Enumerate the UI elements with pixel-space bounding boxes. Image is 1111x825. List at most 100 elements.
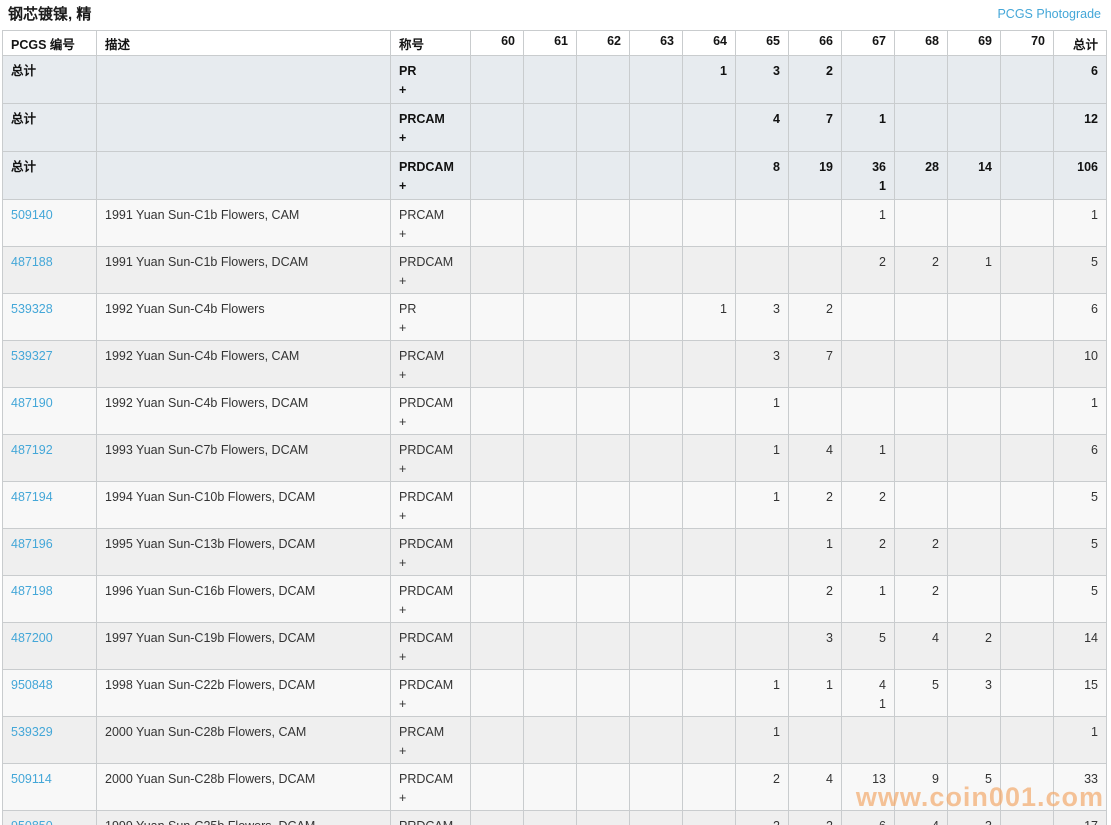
grade-plus-count xyxy=(585,789,621,808)
grade-count xyxy=(479,723,515,742)
grade-plus-count xyxy=(744,460,780,479)
grade-count xyxy=(1009,253,1045,272)
grade-count xyxy=(479,582,515,601)
total-cell: 33 xyxy=(1053,763,1107,811)
grade-count: 1 xyxy=(826,678,833,692)
grade-count: 5 xyxy=(879,631,886,645)
total-cell: 6 xyxy=(1053,293,1107,341)
grade-69-cell xyxy=(947,481,1001,529)
grade-count xyxy=(585,253,621,272)
pcgs-number-link[interactable]: 487198 xyxy=(11,584,53,598)
description-cell xyxy=(96,55,391,104)
grade-plus-count xyxy=(691,554,727,573)
column-header-62: 62 xyxy=(576,30,630,56)
pcgs-number-link[interactable]: 539329 xyxy=(11,725,53,739)
grade-60-cell xyxy=(470,55,524,104)
summary-row: 总计 PR +1 3 2 6 xyxy=(2,55,1107,104)
grade-65-cell: 3 xyxy=(735,340,789,388)
summary-label: 总计 xyxy=(11,112,37,126)
grade-60-cell xyxy=(470,434,524,482)
description-cell: 2000 Yuan Sun-C28b Flowers, CAM xyxy=(96,716,391,764)
grade-plus-count xyxy=(532,507,568,526)
pcgs-number-link[interactable]: 487192 xyxy=(11,443,53,457)
pcgs-number-link[interactable]: 487194 xyxy=(11,490,53,504)
designation-label: PRDCAM xyxy=(399,396,454,410)
description-cell: 1996 Yuan Sun-C16b Flowers, DCAM xyxy=(96,575,391,623)
summary-row: 总计 PRCAM +4 7 1 12 xyxy=(2,103,1107,152)
grade-count xyxy=(479,300,515,319)
grade-66-cell xyxy=(788,199,842,247)
grade-plus-count xyxy=(903,789,939,808)
grade-count: 7 xyxy=(826,112,833,126)
grade-67-cell xyxy=(841,293,895,341)
grade-count xyxy=(479,158,515,177)
total-cell: 1 xyxy=(1053,387,1107,435)
designation-cell: PRDCAM+ xyxy=(390,810,471,825)
grade-60-cell xyxy=(470,103,524,152)
grade-count xyxy=(956,62,992,81)
photograde-link[interactable]: PCGS Photograde xyxy=(997,6,1101,22)
grade-62-cell xyxy=(576,575,630,623)
grade-count xyxy=(744,629,780,648)
grade-plus-count xyxy=(797,272,833,291)
grade-count xyxy=(1009,394,1045,413)
description-cell: 1991 Yuan Sun-C1b Flowers, DCAM xyxy=(96,246,391,294)
grade-plus-count xyxy=(691,460,727,479)
grade-plus-count xyxy=(638,319,674,338)
designation-label: PRCAM xyxy=(399,112,445,126)
description-cell: 1992 Yuan Sun-C4b Flowers xyxy=(96,293,391,341)
grade-count xyxy=(903,723,939,742)
pcgs-number-link[interactable]: 539328 xyxy=(11,302,53,316)
grade-67-cell: 2 xyxy=(841,528,895,576)
grade-66-cell: 2 xyxy=(788,575,842,623)
grade-69-cell: 3 xyxy=(947,669,1001,717)
grade-plus-count xyxy=(691,81,727,100)
grade-plus-count xyxy=(850,225,886,244)
grade-plus-count xyxy=(850,554,886,573)
pcgs-number-link[interactable]: 487200 xyxy=(11,631,53,645)
grade-count xyxy=(903,300,939,319)
grade-count: 9 xyxy=(932,772,939,786)
total-cell: 1 xyxy=(1053,716,1107,764)
grade-count xyxy=(638,62,674,81)
grade-plus-count xyxy=(532,648,568,667)
grade-64-cell xyxy=(682,103,736,152)
grade-69-cell: 1 xyxy=(947,246,1001,294)
pcgs-number-cell: 509140 xyxy=(2,199,97,247)
grade-plus-count xyxy=(585,272,621,291)
pcgs-number-link[interactable]: 950848 xyxy=(11,678,53,692)
pcgs-number-link[interactable]: 509140 xyxy=(11,208,53,222)
grade-count xyxy=(903,110,939,129)
grade-count xyxy=(479,110,515,129)
grade-count xyxy=(638,676,674,695)
grade-plus-count xyxy=(903,413,939,432)
grade-67-cell: 1 xyxy=(841,575,895,623)
pcgs-number-link[interactable]: 509114 xyxy=(11,772,52,786)
grade-plus-count xyxy=(479,177,515,196)
grade-61-cell xyxy=(523,810,577,825)
pcgs-number-link[interactable]: 539327 xyxy=(11,349,53,363)
grade-60-cell xyxy=(470,151,524,200)
designation-label: PRDCAM xyxy=(399,490,454,504)
column-header-description: 描述 xyxy=(96,30,391,56)
grade-plus-count xyxy=(1009,129,1045,148)
grade-plus-count xyxy=(1009,81,1045,100)
grade-count xyxy=(1009,300,1045,319)
grade-count xyxy=(638,535,674,554)
pcgs-number-link[interactable]: 487188 xyxy=(11,255,53,269)
grade-plus-count xyxy=(479,366,515,385)
grade-plus-count xyxy=(797,742,833,761)
pcgs-number-link[interactable]: 487190 xyxy=(11,396,53,410)
grade-64-cell xyxy=(682,810,736,825)
grade-60-cell xyxy=(470,293,524,341)
grade-63-cell xyxy=(629,575,683,623)
grade-plus-count xyxy=(850,648,886,667)
total-cell: 6 xyxy=(1053,55,1107,104)
grade-plus-count xyxy=(1009,554,1045,573)
pcgs-number-link[interactable]: 487196 xyxy=(11,537,53,551)
pcgs-number-link[interactable]: 950850 xyxy=(11,819,53,825)
pcgs-number-cell: 509114 xyxy=(2,763,97,811)
grade-count: 5 xyxy=(932,678,939,692)
grade-65-cell xyxy=(735,528,789,576)
grade-62-cell xyxy=(576,293,630,341)
